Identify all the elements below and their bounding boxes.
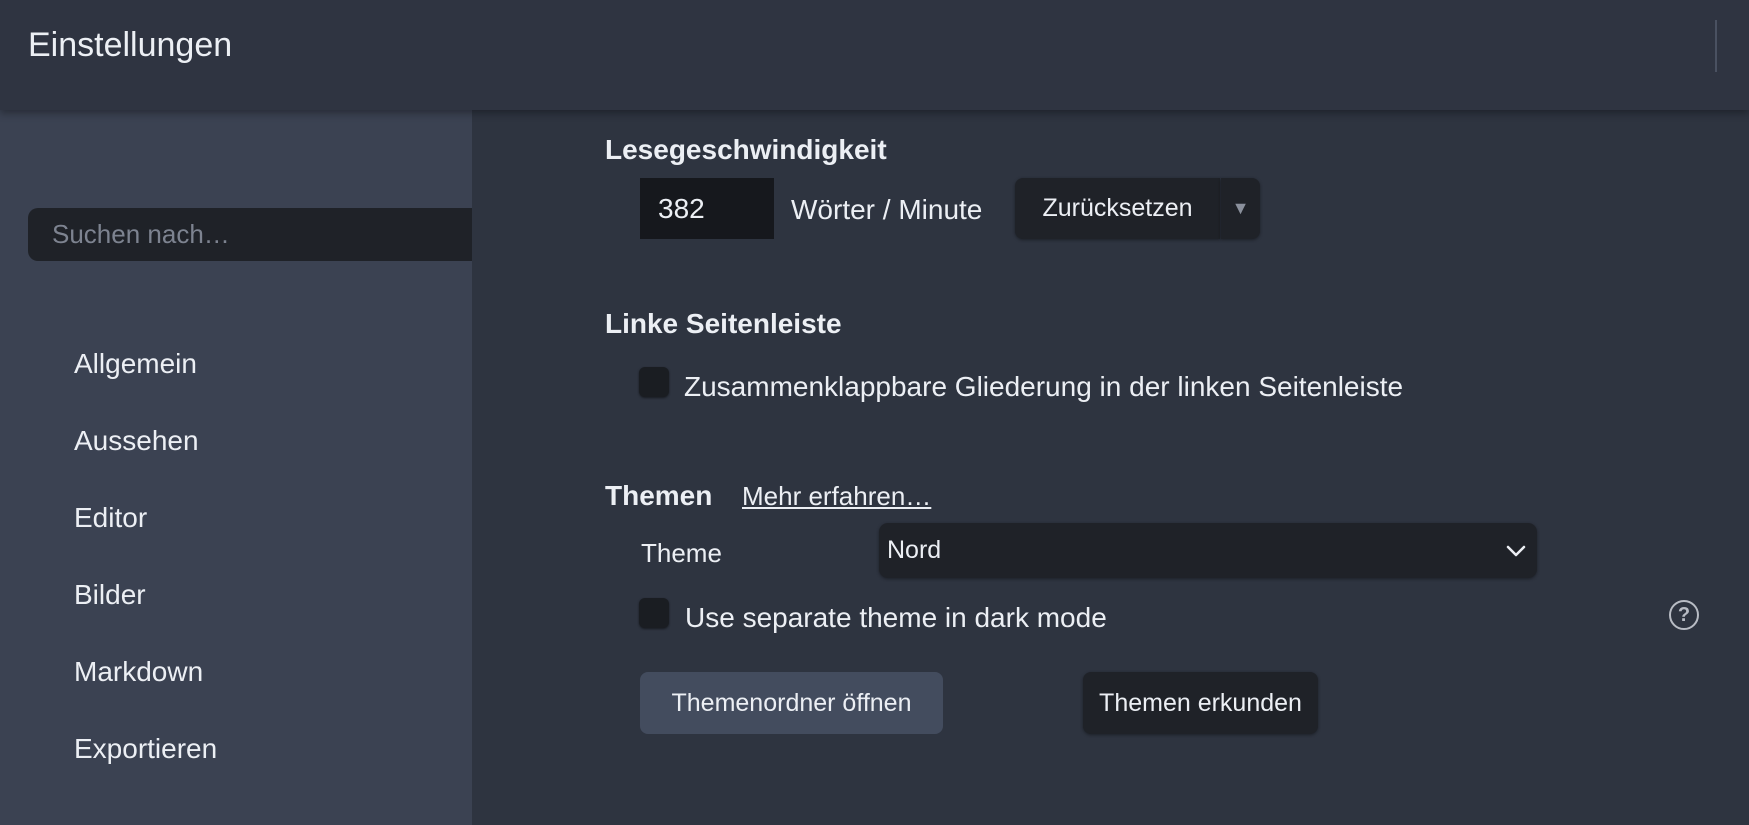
chevron-down-icon: ▼ bbox=[1231, 198, 1250, 218]
reset-dropdown-button[interactable]: ▼ bbox=[1221, 178, 1260, 239]
separate-dark-theme-checkbox[interactable] bbox=[639, 598, 669, 628]
sidebar-item-editor[interactable]: Editor bbox=[74, 502, 147, 534]
reading-speed-unit: Wörter / Minute bbox=[791, 194, 983, 225]
reading-speed-input[interactable]: 382 bbox=[640, 178, 774, 239]
theme-select-value: Nord bbox=[887, 536, 942, 564]
collapsible-outline-checkbox[interactable] bbox=[639, 367, 669, 397]
sidebar-item-bilder[interactable]: Bilder bbox=[74, 579, 146, 611]
sidebar: Allgemein Aussehen Editor Bilder Markdow… bbox=[0, 110, 472, 825]
separate-dark-theme-label: Use separate theme in dark mode bbox=[685, 602, 1107, 633]
left-sidebar-heading: Linke Seitenleiste bbox=[605, 308, 842, 339]
chevron-down-icon bbox=[1506, 545, 1526, 556]
theme-label: Theme bbox=[641, 538, 722, 568]
learn-more-link[interactable]: Mehr erfahren… bbox=[742, 481, 931, 512]
title-bar: Einstellungen bbox=[0, 0, 1749, 110]
open-theme-folder-button[interactable]: Themenordner öffnen bbox=[640, 672, 943, 734]
search-input[interactable] bbox=[50, 218, 472, 251]
search-box[interactable] bbox=[28, 208, 472, 261]
explore-themes-button[interactable]: Themen erkunden bbox=[1083, 672, 1318, 734]
sidebar-item-allgemein[interactable]: Allgemein bbox=[74, 348, 197, 380]
sidebar-item-aussehen[interactable]: Aussehen bbox=[74, 425, 199, 457]
sidebar-item-exportieren[interactable]: Exportieren bbox=[74, 733, 217, 765]
themes-heading: Themen bbox=[605, 480, 713, 511]
window-title: Einstellungen bbox=[28, 26, 233, 64]
collapsible-outline-label: Zusammenklappbare Gliederung in der link… bbox=[684, 371, 1404, 402]
help-icon[interactable]: ? bbox=[1669, 600, 1699, 630]
theme-select[interactable]: Nord bbox=[879, 523, 1537, 578]
reset-button[interactable]: Zurücksetzen bbox=[1015, 178, 1220, 239]
title-bar-divider bbox=[1715, 20, 1717, 72]
sidebar-item-markdown[interactable]: Markdown bbox=[74, 656, 203, 688]
settings-panel: Lesegeschwindigkeit 382 Wörter / Minute … bbox=[472, 110, 1749, 825]
reading-speed-heading: Lesegeschwindigkeit bbox=[605, 134, 887, 165]
